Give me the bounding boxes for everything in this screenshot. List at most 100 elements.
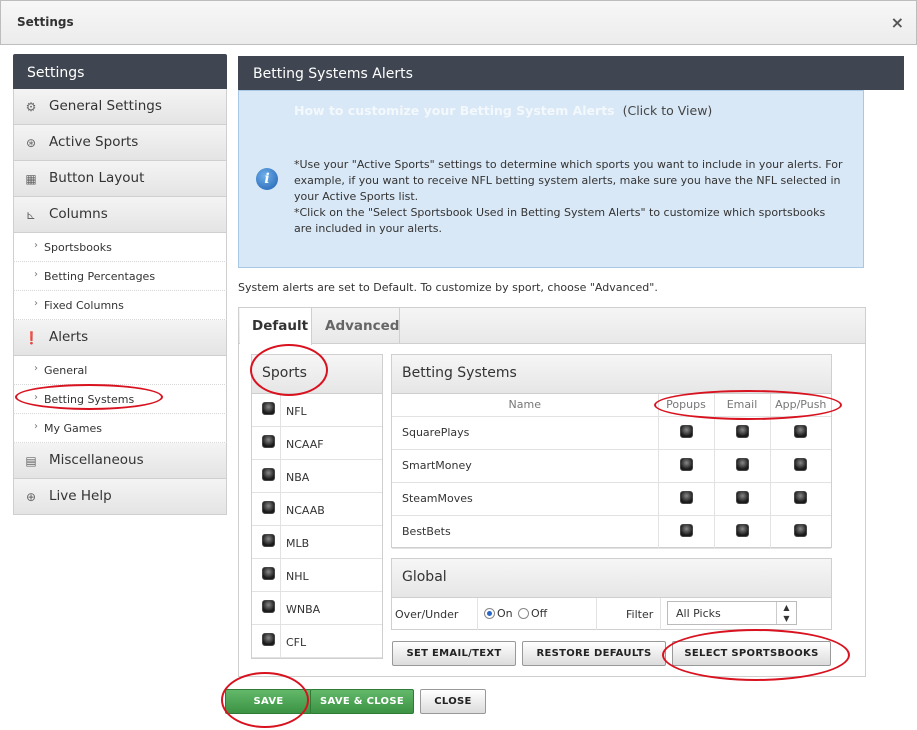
list-item: CFL [252, 625, 382, 658]
popups-checkbox[interactable] [679, 457, 693, 471]
sidebar-item-general-settings[interactable]: ⚙ General Settings [13, 89, 227, 125]
sport-checkbox[interactable] [262, 600, 275, 613]
over-under-off[interactable]: Off [518, 607, 547, 620]
tab-default[interactable]: Default [240, 308, 312, 345]
over-under-row: Over/Under On Off Filter All Picks ▲ ▼ [392, 598, 831, 630]
set-email-text-button[interactable]: SET EMAIL/TEXT [392, 641, 516, 666]
systems-grid: Name Popups Email App/Push SquarePlays S… [392, 394, 831, 549]
settings-sidebar: Settings ⚙ General Settings ⊛ Active Spo… [13, 54, 227, 515]
close-icon[interactable]: × [891, 13, 904, 32]
list-item: WNBA [252, 592, 382, 625]
close-button[interactable]: CLOSE [420, 689, 486, 714]
column-header-name: Name [392, 394, 658, 417]
sidebar-item-betting-systems[interactable]: Betting Systems [13, 385, 227, 414]
sidebar-item-columns[interactable]: ⊾ Columns [13, 197, 227, 233]
over-under-on[interactable]: On [484, 607, 513, 620]
system-name: SteamMoves [392, 482, 658, 516]
sidebar-item-label: Active Sports [49, 134, 139, 150]
popups-checkbox[interactable] [679, 424, 693, 438]
email-checkbox[interactable] [735, 457, 749, 471]
select-sportsbooks-button[interactable]: SELECT SPORTSBOOKS [672, 641, 831, 666]
column-header-email: Email [713, 394, 770, 417]
sidebar-item-alerts[interactable]: ❗ Alerts [13, 320, 227, 356]
sport-label: NBA [286, 471, 310, 484]
radio-off[interactable] [518, 608, 529, 619]
app-push-checkbox[interactable] [794, 490, 808, 504]
tab-advanced[interactable]: Advanced [313, 308, 400, 344]
sport-label: MLB [286, 537, 310, 550]
gear-icon: ⚙ [25, 100, 37, 114]
sport-label: NHL [286, 570, 309, 583]
sport-label: CFL [286, 636, 307, 649]
save-button[interactable]: SAVE [225, 689, 312, 714]
info-line-2: *Click on the "Select Sportsbook Used in… [294, 206, 826, 235]
sport-checkbox[interactable] [262, 468, 275, 481]
sport-checkbox[interactable] [262, 402, 275, 415]
over-under-label: Over/Under [395, 608, 459, 621]
misc-icon: ▤ [25, 454, 37, 468]
app-push-checkbox[interactable] [794, 523, 808, 537]
sidebar-item-miscellaneous[interactable]: ▤ Miscellaneous [13, 443, 227, 479]
save-and-close-button[interactable]: SAVE & CLOSE [310, 689, 414, 714]
betting-systems-header: Betting Systems [392, 355, 831, 394]
list-item: NFL [252, 394, 382, 427]
sidebar-item-sportsbooks[interactable]: Sportsbooks [13, 233, 227, 262]
sidebar-item-fixed-columns[interactable]: Fixed Columns [13, 291, 227, 320]
app-push-checkbox[interactable] [794, 457, 808, 471]
table-row: SmartMoney [392, 449, 831, 483]
sport-checkbox[interactable] [262, 501, 275, 514]
restore-defaults-button[interactable]: RESTORE DEFAULTS [522, 641, 666, 666]
list-item: NBA [252, 460, 382, 493]
global-settings: Global Over/Under On Off Filter All Pick… [391, 558, 832, 630]
info-line-1: *Use your "Active Sports" settings to de… [294, 158, 843, 203]
global-header: Global [392, 559, 831, 598]
sport-checkbox[interactable] [262, 567, 275, 580]
sport-checkbox[interactable] [262, 534, 275, 547]
system-name: BestBets [392, 515, 658, 549]
howto-link[interactable]: How to customize your Betting System Ale… [294, 103, 615, 118]
sidebar-item-label: Columns [49, 206, 108, 222]
popups-checkbox[interactable] [679, 523, 693, 537]
lifebuoy-icon: ⊕ [25, 490, 37, 504]
sport-checkbox[interactable] [262, 633, 275, 646]
table-row: SquarePlays [392, 416, 831, 450]
filter-select[interactable]: All Picks ▲ ▼ [667, 601, 797, 625]
sidebar-item-label: Live Help [49, 488, 112, 504]
sport-checkbox[interactable] [262, 435, 275, 448]
sidebar-item-label: Miscellaneous [49, 452, 144, 468]
radio-off-label: Off [531, 607, 548, 620]
sidebar-item-general[interactable]: General [13, 356, 227, 385]
sidebar-item-active-sports[interactable]: ⊛ Active Sports [13, 125, 227, 161]
email-checkbox[interactable] [735, 523, 749, 537]
sidebar-item-betting-percentages[interactable]: Betting Percentages [13, 262, 227, 291]
sidebar-item-my-games[interactable]: My Games [13, 414, 227, 443]
dialog-title: Settings [17, 15, 74, 29]
howto-row: How to customize your Betting System Ale… [294, 103, 712, 118]
sidebar-header: Settings [13, 54, 227, 89]
chart-icon: ⊾ [25, 208, 37, 222]
email-checkbox[interactable] [735, 424, 749, 438]
radio-on[interactable] [484, 608, 495, 619]
popups-checkbox[interactable] [679, 490, 693, 504]
sport-label: NCAAB [286, 504, 325, 517]
info-icon: i [256, 168, 278, 190]
alert-icon: ❗ [24, 331, 39, 345]
table-row: BestBets [392, 515, 831, 549]
info-text: *Use your "Active Sports" settings to de… [294, 157, 844, 237]
column-header-app-push: App/Push [769, 394, 831, 417]
sidebar-item-button-layout[interactable]: ▦ Button Layout [13, 161, 227, 197]
sidebar-item-label: General Settings [49, 98, 162, 114]
sidebar-item-live-help[interactable]: ⊕ Live Help [13, 479, 227, 515]
sidebar-item-label: Alerts [49, 329, 89, 345]
system-name: SmartMoney [392, 449, 658, 483]
app-push-checkbox[interactable] [794, 424, 808, 438]
filter-label: Filter [626, 608, 654, 621]
tab-bar: Default Advanced [239, 308, 865, 345]
click-to-view-hint[interactable]: (Click to View) [623, 103, 713, 118]
info-box: How to customize your Betting System Ale… [238, 90, 864, 268]
basketball-icon: ⊛ [25, 136, 37, 150]
email-checkbox[interactable] [735, 490, 749, 504]
sport-label: WNBA [286, 603, 321, 616]
section-title: Betting Systems Alerts [238, 56, 904, 90]
radio-on-label: On [497, 607, 513, 620]
